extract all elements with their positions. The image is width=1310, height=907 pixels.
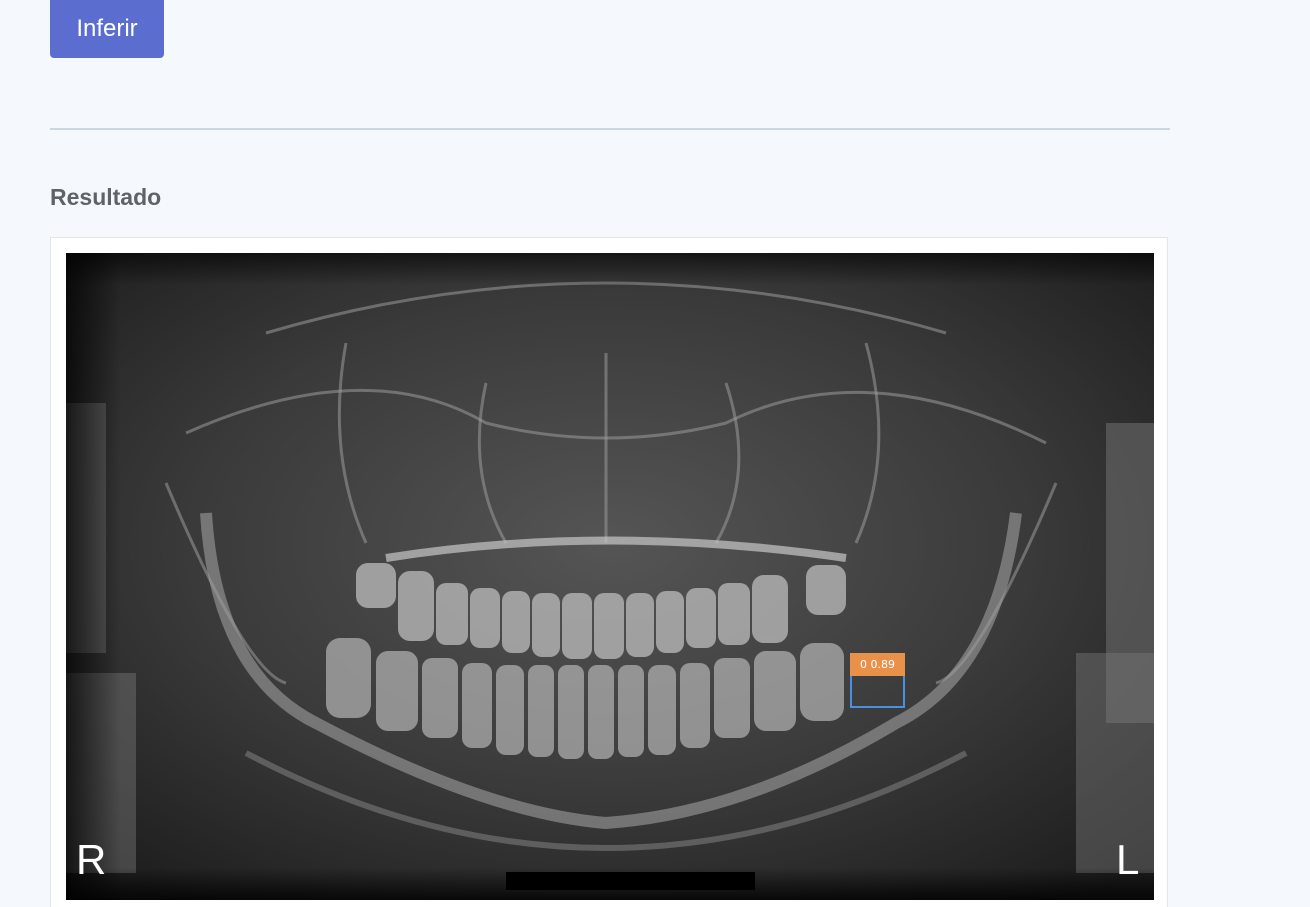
- infer-button[interactable]: Inferir: [50, 0, 164, 58]
- scale-bar: [506, 872, 755, 890]
- detection-label: 0 0.89: [850, 653, 905, 676]
- right-side-marker: R: [76, 836, 107, 883]
- left-side-marker: L: [1116, 836, 1140, 883]
- result-title: Resultado: [50, 184, 162, 210]
- section-divider: [50, 128, 1170, 130]
- xray-image: R L 0 0.89: [66, 253, 1154, 900]
- page: Inferir Resultado R L 0 0.89: [0, 0, 1310, 907]
- xray-graphic: [66, 253, 1154, 900]
